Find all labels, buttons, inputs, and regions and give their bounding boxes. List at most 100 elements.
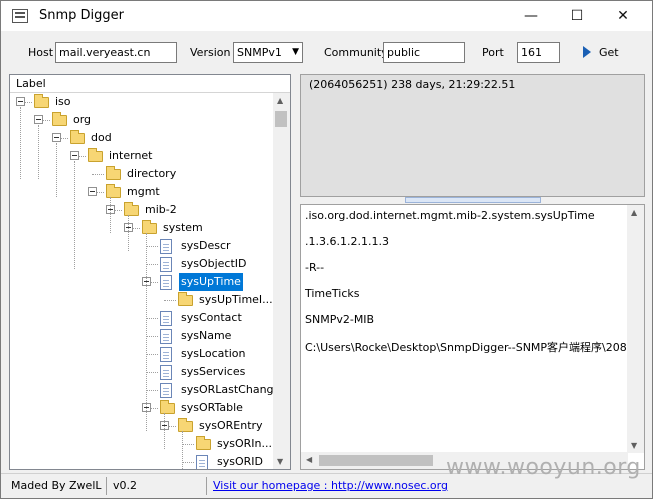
- tree-guide-line: [146, 233, 147, 431]
- value-type: TimeTicks: [305, 287, 360, 300]
- tree-node[interactable]: sysORIn...: [10, 435, 272, 453]
- tree-node-label[interactable]: mib-2: [143, 201, 179, 219]
- tree-scroll-thumb[interactable]: [275, 111, 287, 127]
- tree-node-label[interactable]: mgmt: [125, 183, 162, 201]
- folder-icon: [88, 148, 103, 162]
- collapse-toggle-icon[interactable]: [52, 133, 61, 142]
- host-input[interactable]: mail.veryeast.cn: [55, 42, 177, 63]
- tree-connector: [146, 372, 158, 373]
- tree-node-label[interactable]: sysDescr: [179, 237, 233, 255]
- tree-node[interactable]: sysUpTime: [10, 273, 272, 291]
- scroll-up-icon[interactable]: ▲: [277, 96, 283, 105]
- tree-node[interactable]: system: [10, 219, 272, 237]
- tree-node-label[interactable]: sysORIn...: [215, 435, 274, 453]
- tree-connector: [146, 390, 158, 391]
- get-button[interactable]: Get: [583, 46, 619, 64]
- tree-connector: [146, 354, 158, 355]
- tree-node-label[interactable]: sysORID: [215, 453, 265, 469]
- tree-column-header[interactable]: Label: [10, 75, 290, 93]
- collapse-toggle-icon[interactable]: [88, 187, 97, 196]
- tree-node[interactable]: sysServices: [10, 363, 272, 381]
- document-icon: [160, 239, 172, 254]
- tree-node[interactable]: mgmt: [10, 183, 272, 201]
- tree-node-label[interactable]: dod: [89, 129, 114, 147]
- tree-node[interactable]: org: [10, 111, 272, 129]
- community-input[interactable]: public: [383, 42, 465, 63]
- tree-node[interactable]: sysContact: [10, 309, 272, 327]
- panel-splitter[interactable]: [300, 197, 645, 204]
- tree-node[interactable]: sysObjectID: [10, 255, 272, 273]
- tree-node[interactable]: internet: [10, 147, 272, 165]
- homepage-link[interactable]: Visit our homepage : http://www.nosec.or…: [209, 477, 449, 495]
- host-label: Host: [28, 46, 54, 59]
- scroll-down-icon[interactable]: ▼: [631, 441, 637, 450]
- close-button[interactable]: ✕: [600, 1, 646, 31]
- scroll-up-icon[interactable]: ▲: [631, 208, 637, 217]
- details-panel: .iso.org.dod.internet.mgmt.mib-2.system.…: [300, 204, 645, 470]
- document-icon: [160, 275, 172, 290]
- collapse-toggle-icon[interactable]: [16, 97, 25, 106]
- tree-node[interactable]: mib-2: [10, 201, 272, 219]
- tree-node-label[interactable]: sysUpTime: [179, 273, 243, 291]
- tree-node-label[interactable]: sysObjectID: [179, 255, 249, 273]
- result-value: (2064056251) 238 days, 21:29:22.51: [309, 78, 516, 91]
- document-icon: [160, 329, 172, 344]
- folder-icon: [34, 94, 49, 108]
- tree-node-label[interactable]: iso: [53, 93, 73, 111]
- community-label: Community: [324, 46, 388, 59]
- maximize-button[interactable]: ☐: [554, 1, 600, 31]
- tree-node[interactable]: dod: [10, 129, 272, 147]
- tree-guide-line: [182, 431, 183, 469]
- get-label: Get: [599, 46, 619, 59]
- tree-node[interactable]: sysLocation: [10, 345, 272, 363]
- tree-node-label[interactable]: org: [71, 111, 93, 129]
- tree-node[interactable]: sysORTable: [10, 399, 272, 417]
- tree-node[interactable]: iso: [10, 93, 272, 111]
- tree-node-label[interactable]: sysORTable: [179, 399, 245, 417]
- tree-node-label[interactable]: sysContact: [179, 309, 244, 327]
- version-value: SNMPv1: [237, 46, 282, 59]
- tree-guide-line: [110, 197, 111, 233]
- tree-node-label[interactable]: sysUpTimeI...: [197, 291, 275, 309]
- collapse-toggle-icon[interactable]: [34, 115, 43, 124]
- tree-node[interactable]: sysDescr: [10, 237, 272, 255]
- tree-node-label[interactable]: sysName: [179, 327, 233, 345]
- tree-vertical-scrollbar[interactable]: ▲ ▼: [273, 93, 290, 469]
- mib-tree[interactable]: Label iso org dod internet directory mgmt mib-…: [9, 74, 291, 470]
- document-icon: [160, 365, 172, 380]
- tree-node-label[interactable]: sysORLastChange: [179, 381, 282, 399]
- details-scroll-thumb[interactable]: [319, 455, 433, 466]
- splitter-grip[interactable]: [405, 197, 541, 203]
- tree-connector: [182, 462, 194, 463]
- tree-node[interactable]: directory: [10, 165, 272, 183]
- scroll-left-icon[interactable]: ◀: [306, 455, 312, 464]
- tree-connector: [182, 444, 194, 445]
- collapse-toggle-icon[interactable]: [70, 151, 79, 160]
- document-icon: [160, 383, 172, 398]
- homepage-link-text[interactable]: Visit our homepage : http://www.nosec.or…: [213, 479, 448, 492]
- tree-node[interactable]: sysOREntry: [10, 417, 272, 435]
- tree-node-label[interactable]: internet: [107, 147, 155, 165]
- minimize-button[interactable]: —: [508, 1, 554, 31]
- scroll-down-icon[interactable]: ▼: [277, 457, 283, 466]
- title-bar: Snmp Digger — ☐ ✕: [1, 1, 652, 31]
- version-select[interactable]: SNMPv1 ▼: [233, 42, 303, 63]
- port-input[interactable]: 161: [517, 42, 560, 63]
- watermark: www.wooyun.org: [446, 455, 641, 480]
- tree-node[interactable]: sysORID: [10, 453, 272, 469]
- connection-form: Host mail.veryeast.cn Version SNMPv1 ▼ C…: [1, 31, 652, 73]
- tree-connector: [146, 246, 158, 247]
- document-icon: [160, 257, 172, 272]
- tree-node[interactable]: sysName: [10, 327, 272, 345]
- document-icon: [160, 311, 172, 326]
- tree-connector: [146, 318, 158, 319]
- tree-node-label[interactable]: system: [161, 219, 205, 237]
- tree-node-label[interactable]: sysServices: [179, 363, 247, 381]
- tree-node-label[interactable]: sysOREntry: [197, 417, 265, 435]
- tree-node[interactable]: sysORLastChange: [10, 381, 280, 399]
- details-vertical-scrollbar[interactable]: ▲ ▼: [627, 205, 644, 453]
- tree-node-label[interactable]: directory: [125, 165, 178, 183]
- folder-icon: [106, 166, 121, 180]
- tree-node-label[interactable]: sysLocation: [179, 345, 248, 363]
- tree-node[interactable]: sysUpTimeI...: [10, 291, 275, 309]
